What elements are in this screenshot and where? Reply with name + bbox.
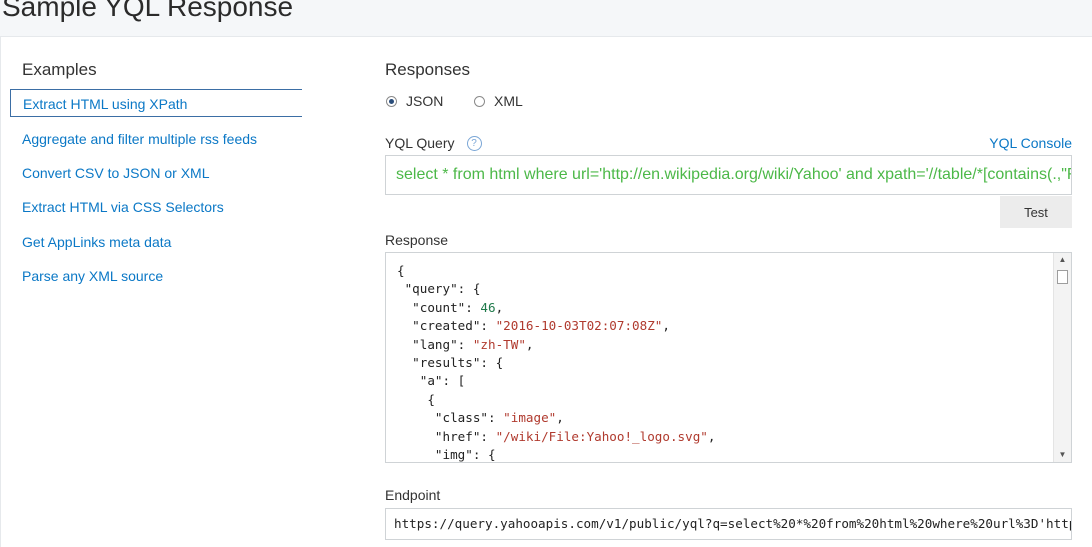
- scroll-thumb[interactable]: [1057, 270, 1068, 284]
- response-label: Response: [385, 232, 449, 248]
- code-line: "img": {: [397, 447, 496, 463]
- example-parse-xml[interactable]: Parse any XML source: [10, 262, 302, 290]
- code-line: "count": 46,: [397, 299, 504, 315]
- endpoint-field[interactable]: https://query.yahooapis.com/v1/public/yq…: [385, 508, 1072, 540]
- example-label: Get AppLinks meta data: [22, 234, 172, 250]
- code-value: 46: [480, 299, 496, 315]
- endpoint-label: Endpoint: [385, 487, 441, 503]
- query-label-row: YQL Query ?: [385, 135, 482, 151]
- question-circle-icon[interactable]: ?: [466, 135, 482, 151]
- example-applinks[interactable]: Get AppLinks meta data: [10, 228, 302, 256]
- code-line: "lang": "zh-TW",: [397, 336, 534, 352]
- response-json: { "query": { "count": 46, "created": "20…: [397, 262, 716, 463]
- code-line: {: [397, 263, 405, 278]
- example-label: Aggregate and filter multiple rss feeds: [22, 131, 258, 147]
- radio-xml-circle[interactable]: [474, 95, 485, 107]
- page-header: Sample YQL Response: [0, 0, 1092, 37]
- code-line: "results": {: [397, 355, 504, 371]
- query-label: YQL Query: [385, 135, 455, 151]
- radio-json-label: JSON: [406, 93, 444, 109]
- example-aggregate-rss[interactable]: Aggregate and filter multiple rss feeds: [10, 125, 302, 153]
- code-value: "zh-TW": [472, 336, 526, 352]
- examples-heading: Examples: [22, 60, 97, 79]
- response-output[interactable]: { "query": { "count": 46, "created": "20…: [385, 252, 1072, 463]
- test-button[interactable]: Test: [1000, 196, 1072, 228]
- responses-heading: Responses: [385, 60, 471, 79]
- code-line: {: [397, 391, 435, 407]
- scroll-down-icon[interactable]: ▼: [1054, 448, 1071, 462]
- page-title: Sample YQL Response: [2, 0, 294, 22]
- code-line: "query": {: [397, 281, 481, 297]
- example-label: Parse any XML source: [22, 268, 164, 284]
- frame-divider: [0, 37, 1, 547]
- example-convert-csv[interactable]: Convert CSV to JSON or XML: [10, 159, 302, 187]
- example-label: Extract HTML using XPath: [23, 96, 188, 112]
- code-value: "2016-10-03T02:07:08Z": [495, 318, 663, 334]
- example-label: Convert CSV to JSON or XML: [22, 165, 210, 181]
- example-extract-css[interactable]: Extract HTML via CSS Selectors: [10, 193, 302, 221]
- code-value: "/wiki/File:Yahoo!_logo.svg": [495, 428, 708, 444]
- scroll-up-icon[interactable]: ▲: [1054, 253, 1071, 267]
- query-input[interactable]: select * from html where url='http://en.…: [385, 155, 1072, 195]
- code-line: "class": "image",: [397, 410, 564, 426]
- response-scrollbar[interactable]: ▲ ▼: [1053, 253, 1071, 462]
- radio-xml[interactable]: XML: [474, 92, 523, 110]
- radio-json-circle[interactable]: [386, 95, 397, 107]
- radio-xml-label: XML: [494, 93, 523, 109]
- yql-console-link[interactable]: YQL Console: [989, 135, 1072, 151]
- example-extract-html-xpath[interactable]: Extract HTML using XPath: [10, 89, 302, 117]
- code-value: "image": [503, 410, 557, 426]
- example-label: Extract HTML via CSS Selectors: [22, 199, 224, 215]
- code-line: "href": "/wiki/File:Yahoo!_logo.svg",: [397, 428, 716, 444]
- code-line: "a": [: [397, 373, 466, 389]
- radio-json[interactable]: JSON: [386, 92, 443, 110]
- code-line: "created": "2016-10-03T02:07:08Z",: [397, 318, 670, 334]
